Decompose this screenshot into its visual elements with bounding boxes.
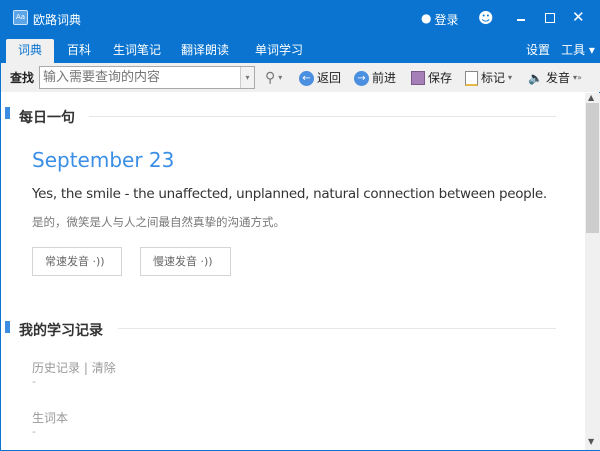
scroll-up-arrow[interactable]: ▲	[588, 93, 594, 102]
history-value: -	[32, 375, 36, 388]
search-input[interactable]	[40, 67, 236, 88]
history-row: 历史记录 | 清除	[32, 359, 116, 376]
save-button[interactable]: 保存	[411, 69, 452, 87]
tab-word-notes[interactable]: 生词笔记	[109, 39, 165, 63]
close-button[interactable]: ✕	[572, 8, 585, 26]
save-label: 保存	[428, 71, 453, 85]
app-title: 欧路词典	[33, 13, 82, 27]
floppy-icon	[411, 71, 425, 85]
login-button[interactable]: ● 登录	[421, 11, 459, 28]
forward-arrow-icon: →	[354, 70, 369, 86]
sound-wave-icon: ·))	[200, 255, 213, 268]
search-button[interactable]: ⚲ ▾	[265, 69, 282, 87]
clear-history-link[interactable]: 清除	[92, 361, 116, 375]
feedback-smile-icon[interactable]: ☻	[478, 9, 494, 27]
forward-button[interactable]: → 前进	[354, 69, 396, 87]
tab-dictionary[interactable]: 词典	[6, 39, 54, 63]
login-label: 登录	[434, 13, 459, 27]
tab-encyclopedia[interactable]: 百科	[59, 39, 99, 63]
app-window: Aa 欧路词典 ● 登录 ☻ ✕ 词典 百科 生词笔记 翻译朗读 单词学习 设置 …	[0, 0, 600, 451]
vertical-scrollbar[interactable]: ▲ ▼	[585, 93, 600, 450]
toolbar: 查找 ▾ ⚲▾ ←返回 →前进 保存 标记▾ 🔈发音▾»	[1, 63, 600, 92]
tab-translate-read[interactable]: 翻译朗读	[177, 39, 233, 63]
pronounce-button[interactable]: 🔈 发音 ▾»	[528, 69, 582, 87]
daily-date: September 23	[32, 148, 175, 172]
section-marker	[5, 321, 10, 333]
mark-button[interactable]: 标记 ▾	[465, 69, 512, 87]
title-bar: Aa 欧路词典 ● 登录 ☻ ✕	[1, 1, 600, 35]
wordbook-value: -	[32, 425, 36, 438]
speaker-icon: 🔈	[528, 71, 543, 85]
search-combobox[interactable]: ▾	[39, 66, 255, 89]
slow-speed-label: 慢速发音	[153, 255, 197, 268]
divider	[89, 116, 556, 117]
daily-sentence-en: Yes, the smile - the unaffected, unplann…	[32, 186, 547, 202]
section-marker	[5, 107, 10, 119]
divider	[118, 328, 556, 329]
records-heading: 我的学习记录	[19, 323, 103, 339]
main-tabs: 词典 百科 生词笔记 翻译朗读 单词学习 设置 工具 ▾	[1, 35, 600, 63]
tab-word-learning[interactable]: 单词学习	[251, 39, 307, 63]
pronounce-label: 发音	[545, 71, 570, 85]
daily-sentence-zh: 是的，微笑是人与人之间最自然真挚的沟通方式。	[32, 215, 285, 229]
find-label: 查找	[10, 71, 35, 85]
minimize-button[interactable]	[517, 19, 525, 21]
magnifier-icon: ⚲	[265, 70, 276, 86]
forward-label: 前进	[372, 71, 397, 85]
slow-speed-button[interactable]: 慢速发音 ·))	[140, 247, 231, 276]
settings-menu[interactable]: 设置	[523, 39, 553, 63]
normal-speed-label: 常速发音	[45, 255, 89, 268]
notepad-icon	[465, 70, 478, 86]
tools-menu[interactable]: 工具 ▾	[557, 39, 599, 63]
back-button[interactable]: ← 返回	[299, 69, 341, 87]
tools-label: 工具	[561, 43, 586, 57]
search-dropdown-button[interactable]: ▾	[240, 67, 254, 88]
app-logo-icon: Aa	[13, 10, 28, 25]
history-label: 历史记录	[32, 361, 81, 375]
user-icon: ●	[421, 11, 432, 25]
scrollbar-thumb[interactable]	[586, 103, 599, 233]
maximize-button[interactable]	[545, 13, 555, 23]
back-label: 返回	[317, 71, 342, 85]
content-area: 每日一句 September 23 Yes, the smile - the u…	[2, 93, 585, 450]
mark-label: 标记	[481, 71, 506, 85]
daily-heading: 每日一句	[19, 110, 75, 126]
normal-speed-button[interactable]: 常速发音 ·))	[32, 247, 122, 276]
back-arrow-icon: ←	[299, 70, 314, 86]
scroll-down-arrow[interactable]: ▼	[588, 437, 594, 446]
separator: |	[83, 361, 88, 375]
wordbook-label: 生词本	[32, 411, 69, 425]
sound-wave-icon: ·))	[92, 255, 105, 268]
